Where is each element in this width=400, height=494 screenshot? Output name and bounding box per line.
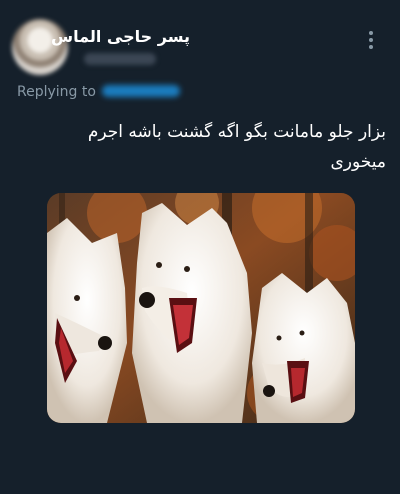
dot-icon	[369, 45, 373, 49]
tweet-text: بزار جلو مامانت بگو اگه گشنت باشه اجرم م…	[26, 117, 386, 177]
tweet-card[interactable]: پسر حاجی الماس Replying to بزار جلو ماما…	[0, 0, 400, 494]
dot-icon	[369, 31, 373, 35]
replying-to-label: Replying to	[17, 84, 96, 100]
display-name[interactable]: پسر حاجی الماس	[51, 27, 190, 46]
dot-icon	[369, 38, 373, 42]
replying-to-line: Replying to	[17, 84, 180, 100]
tweet-text-line: میخوری	[330, 152, 386, 172]
more-options-icon[interactable]	[366, 30, 376, 50]
tweet-media-image[interactable]	[47, 193, 355, 423]
tweet-text-line: بزار جلو مامانت بگو اگه گشنت باشه اجرم	[87, 122, 386, 142]
laughing-wolves-image	[47, 193, 355, 423]
reply-handle-link-blurred[interactable]	[101, 85, 180, 97]
user-handle-blurred[interactable]	[84, 53, 156, 65]
